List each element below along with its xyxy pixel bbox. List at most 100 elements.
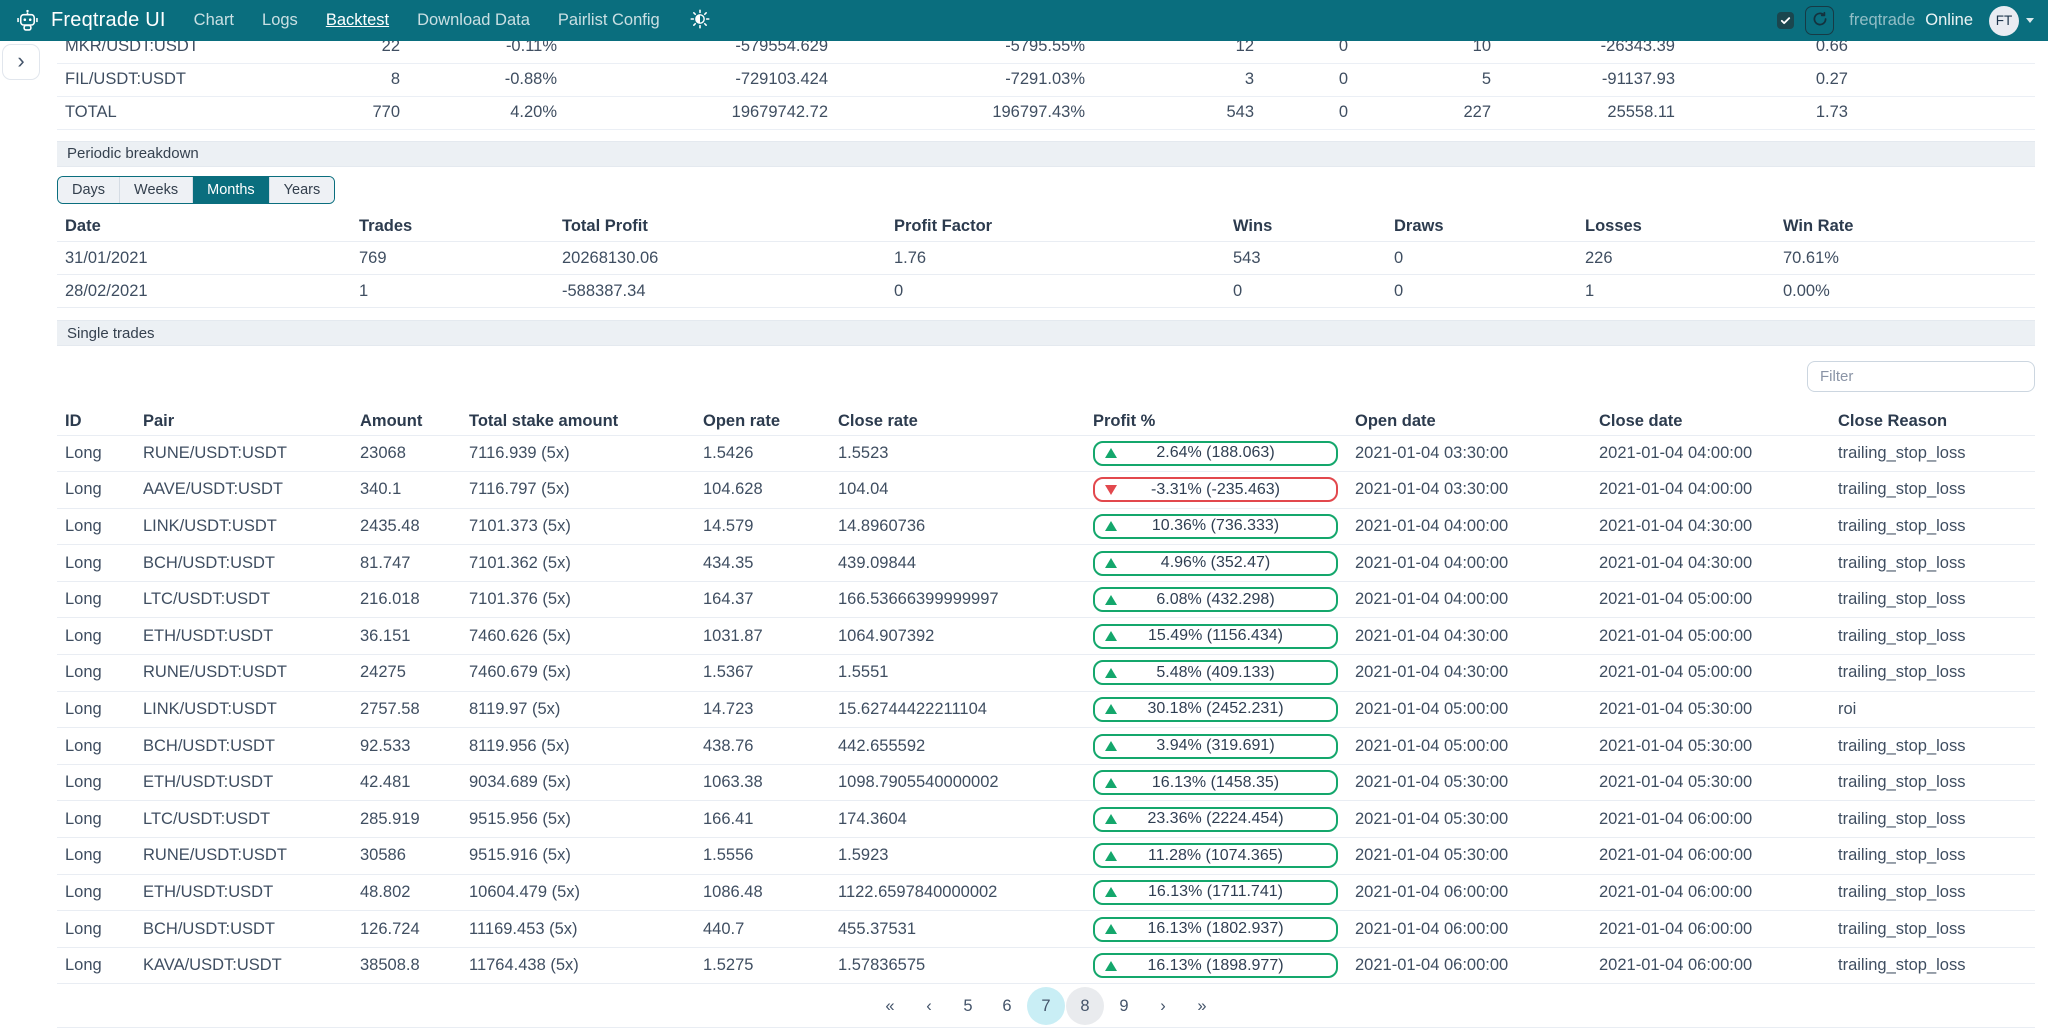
tab-weeks[interactable]: Weeks bbox=[120, 177, 193, 203]
column-header-close-date[interactable]: Close date bbox=[1599, 409, 1838, 435]
tab-months[interactable]: Months bbox=[193, 177, 270, 203]
page-button-6[interactable]: 6 bbox=[988, 987, 1026, 1025]
pair-cell: ETH/USDT:USDT bbox=[143, 618, 360, 655]
pair-cell: LTC/USDT:USDT bbox=[143, 581, 360, 618]
column-header-close-reason[interactable]: Close Reason bbox=[1838, 409, 2035, 435]
tab-days[interactable]: Days bbox=[58, 177, 120, 203]
brand-wrap: Freqtrade UI Chart Logs Backtest Download D… bbox=[14, 7, 710, 34]
column-header-profit[interactable]: Profit % bbox=[1093, 409, 1355, 435]
page-button-9[interactable]: 9 bbox=[1105, 987, 1143, 1025]
brightness-icon bbox=[690, 9, 710, 32]
trade-row[interactable]: LongLINK/USDT:USDT2757.588119.97 (5x)14.… bbox=[57, 691, 2035, 728]
pair-cell: KAVA/USDT:USDT bbox=[143, 947, 360, 984]
trade-row[interactable]: LongBCH/USDT:USDT92.5338119.956 (5x)438.… bbox=[57, 728, 2035, 765]
profit-badge: -3.31% (-235.463) bbox=[1093, 477, 1338, 502]
prev-page-button[interactable]: ‹ bbox=[910, 987, 948, 1025]
nav-item-logs[interactable]: Logs bbox=[262, 11, 298, 30]
reason-cell: roi bbox=[1838, 691, 2035, 728]
nav-item-chart[interactable]: Chart bbox=[194, 11, 234, 30]
page-button-8[interactable]: 8 bbox=[1066, 987, 1104, 1025]
stake-cell: 7460.679 (5x) bbox=[469, 655, 703, 692]
reason-cell: trailing_stop_loss bbox=[1838, 545, 2035, 582]
last-page-button[interactable]: » bbox=[1183, 987, 1221, 1025]
nav-item-pairlist-config[interactable]: Pairlist Config bbox=[558, 11, 660, 30]
trade-row[interactable]: LongLINK/USDT:USDT2435.487101.373 (5x)14… bbox=[57, 508, 2035, 545]
close-rate-cell: 1122.6597840000002 bbox=[838, 874, 1093, 911]
close-date-cell: 2021-01-04 05:30:00 bbox=[1599, 691, 1838, 728]
trade-row[interactable]: LongBCH/USDT:USDT81.7477101.362 (5x)434.… bbox=[57, 545, 2035, 582]
sidebar-expand-button[interactable]: › bbox=[2, 44, 40, 80]
open-date-cell: 2021-01-04 04:00:00 bbox=[1355, 545, 1599, 582]
column-header-close-rate[interactable]: Close rate bbox=[838, 409, 1093, 435]
column-header-losses[interactable]: Losses bbox=[1585, 212, 1783, 242]
bot-name[interactable]: freqtrade bbox=[1849, 11, 1915, 30]
page-button-5[interactable]: 5 bbox=[949, 987, 987, 1025]
column-header-pair[interactable]: Pair bbox=[143, 409, 360, 435]
app-title[interactable]: Freqtrade UI bbox=[51, 9, 166, 32]
open-date-cell: 2021-01-04 03:30:00 bbox=[1355, 472, 1599, 509]
trade-row[interactable]: LongRUNE/USDT:USDT230687116.939 (5x)1.54… bbox=[57, 435, 2035, 472]
column-header-profit-factor[interactable]: Profit Factor bbox=[894, 212, 1233, 242]
triangle-up-icon bbox=[1105, 558, 1117, 568]
filter-input[interactable] bbox=[1807, 361, 2035, 392]
close-date-cell: 2021-01-04 05:00:00 bbox=[1599, 618, 1838, 655]
first-page-button[interactable]: « bbox=[871, 987, 909, 1025]
trade-row[interactable]: LongRUNE/USDT:USDT305869515.916 (5x)1.55… bbox=[57, 838, 2035, 875]
nav-item-backtest[interactable]: Backtest bbox=[326, 11, 389, 30]
trade-row[interactable]: LongETH/USDT:USDT48.80210604.479 (5x)108… bbox=[57, 874, 2035, 911]
page-button-7[interactable]: 7 bbox=[1027, 987, 1065, 1025]
auto-refresh-checkbox[interactable] bbox=[1777, 12, 1794, 29]
tab-years[interactable]: Years bbox=[270, 177, 335, 203]
navbar: Freqtrade UI Chart Logs Backtest Download D… bbox=[0, 0, 2048, 41]
card-bottom-border bbox=[57, 1027, 2035, 1028]
column-header-win-rate[interactable]: Win Rate bbox=[1783, 212, 2035, 242]
filter-row bbox=[57, 346, 2035, 392]
amount-cell: 92.533 bbox=[360, 728, 469, 765]
next-page-button[interactable]: › bbox=[1144, 987, 1182, 1025]
trade-row[interactable]: LongETH/USDT:USDT42.4819034.689 (5x)1063… bbox=[57, 764, 2035, 801]
chevron-down-icon[interactable] bbox=[2026, 18, 2034, 23]
value-cell: 543 bbox=[1233, 242, 1394, 275]
column-header-draws[interactable]: Draws bbox=[1394, 212, 1585, 242]
reason-cell: trailing_stop_loss bbox=[1838, 764, 2035, 801]
pair-summary-row[interactable]: MKR/USDT:USDT22-0.11%-579554.629-5795.55… bbox=[57, 41, 2035, 63]
close-date-cell: 2021-01-04 06:00:00 bbox=[1599, 947, 1838, 984]
open-rate-cell: 14.723 bbox=[703, 691, 838, 728]
column-header-wins[interactable]: Wins bbox=[1233, 212, 1394, 242]
theme-toggle-button[interactable] bbox=[690, 9, 710, 32]
triangle-up-icon bbox=[1105, 924, 1117, 934]
trade-row[interactable]: LongLTC/USDT:USDT285.9199515.956 (5x)166… bbox=[57, 801, 2035, 838]
triangle-up-icon bbox=[1105, 814, 1117, 824]
trade-row[interactable]: LongETH/USDT:USDT36.1517460.626 (5x)1031… bbox=[57, 618, 2035, 655]
trade-row[interactable]: LongAAVE/USDT:USDT340.17116.797 (5x)104.… bbox=[57, 472, 2035, 509]
avatar[interactable]: FT bbox=[1989, 6, 2019, 36]
column-header-open-rate[interactable]: Open rate bbox=[703, 409, 838, 435]
column-header-open-date[interactable]: Open date bbox=[1355, 409, 1599, 435]
column-header-total-profit[interactable]: Total Profit bbox=[562, 212, 894, 242]
trade-row[interactable]: LongBCH/USDT:USDT126.72411169.453 (5x)44… bbox=[57, 911, 2035, 948]
open-date-cell: 2021-01-04 06:00:00 bbox=[1355, 911, 1599, 948]
profit-cell: 6.08% (432.298) bbox=[1093, 581, 1355, 618]
open-rate-cell: 1086.48 bbox=[703, 874, 838, 911]
bot-status: Online bbox=[1925, 11, 1973, 30]
profit-value: 15.49% (1156.434) bbox=[1148, 627, 1283, 645]
column-header-id[interactable]: ID bbox=[57, 409, 143, 435]
trade-row[interactable]: LongKAVA/USDT:USDT38508.811764.438 (5x)1… bbox=[57, 947, 2035, 984]
reason-cell: trailing_stop_loss bbox=[1838, 911, 2035, 948]
close-rate-cell: 1.5551 bbox=[838, 655, 1093, 692]
close-rate-cell: 166.53666399999997 bbox=[838, 581, 1093, 618]
column-header-amount[interactable]: Amount bbox=[360, 409, 469, 435]
column-header-date[interactable]: Date bbox=[57, 212, 359, 242]
value-cell: 28/02/2021 bbox=[57, 275, 359, 308]
pair-summary-row[interactable]: TOTAL7704.20%19679742.72196797.43%543022… bbox=[57, 96, 2035, 129]
nav-item-download-data[interactable]: Download Data bbox=[417, 11, 530, 30]
profit-value: 30.18% (2452.231) bbox=[1147, 700, 1283, 718]
refresh-button[interactable] bbox=[1805, 6, 1834, 35]
pair-summary-row[interactable]: FIL/USDT:USDT8-0.88%-729103.424-7291.03%… bbox=[57, 63, 2035, 96]
trade-row[interactable]: LongRUNE/USDT:USDT242757460.679 (5x)1.53… bbox=[57, 655, 2035, 692]
column-header-trades[interactable]: Trades bbox=[359, 212, 562, 242]
close-rate-cell: 174.3604 bbox=[838, 801, 1093, 838]
close-rate-cell: 1.57836575 bbox=[838, 947, 1093, 984]
trade-row[interactable]: LongLTC/USDT:USDT216.0187101.376 (5x)164… bbox=[57, 581, 2035, 618]
column-header-total-stake-amount[interactable]: Total stake amount bbox=[469, 409, 703, 435]
